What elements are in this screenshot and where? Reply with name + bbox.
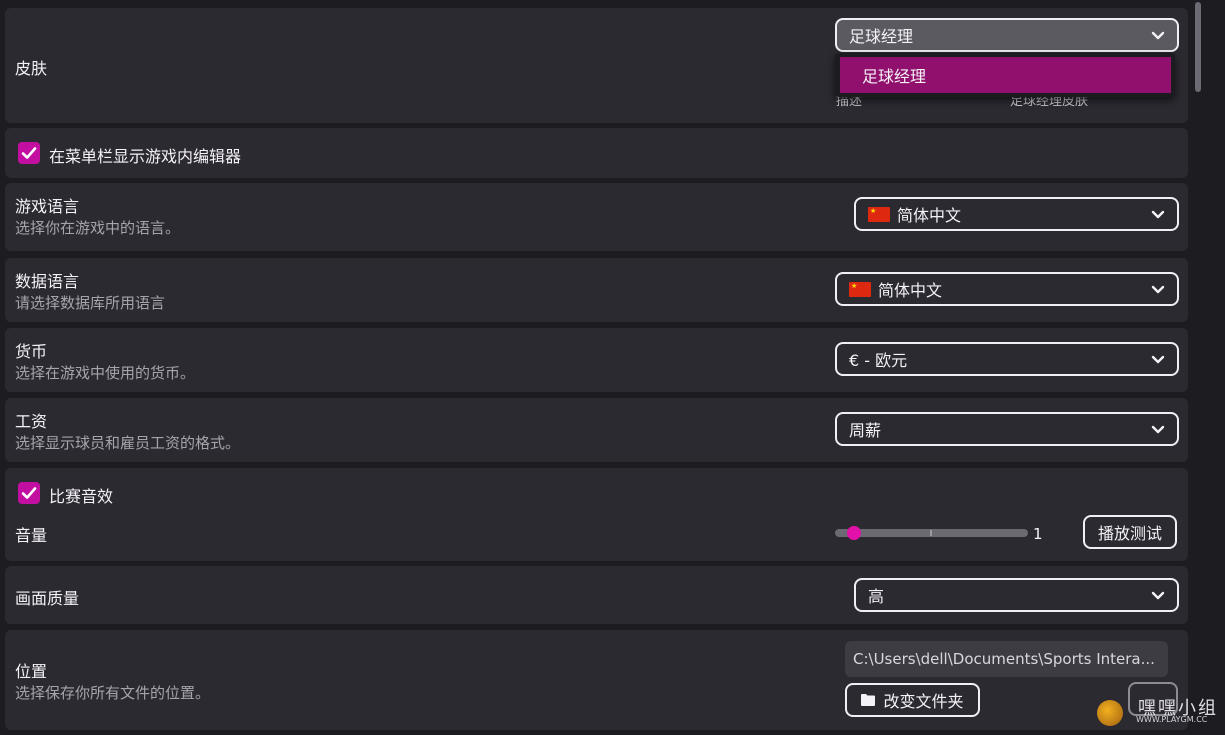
currency-description: 选择在游戏中使用的货币。 (15, 364, 196, 382)
wages-dropdown[interactable]: 周薪 (835, 412, 1179, 446)
china-flag-icon (868, 206, 890, 222)
volume-slider-midpoint (930, 530, 932, 536)
checkmark-icon (21, 487, 37, 499)
game-language-value: 简体中文 (897, 206, 962, 225)
location-label: 位置 (15, 662, 48, 681)
data-language-value: 简体中文 (878, 281, 943, 300)
match-sound-panel: 比赛音效 音量 (5, 468, 1188, 561)
scrollbar-thumb[interactable] (1195, 2, 1201, 92)
wages-description: 选择显示球员和雇员工资的格式。 (15, 434, 241, 452)
china-flag-icon (849, 281, 871, 297)
data-language-label: 数据语言 (15, 272, 80, 291)
game-language-description: 选择你在游戏中的语言。 (15, 219, 181, 237)
wages-label: 工资 (15, 412, 48, 431)
watermark-logo-icon (1097, 700, 1123, 726)
change-folder-button[interactable]: 改变文件夹 (845, 683, 980, 717)
show-editor-checkbox[interactable] (18, 142, 40, 164)
location-description: 选择保存你所有文件的位置。 (15, 684, 211, 702)
skin-dropdown-value: 足球经理 (849, 27, 914, 46)
location-path-field[interactable]: C:\Users\dell\Documents\Sports Intera... (845, 641, 1168, 677)
graphics-label: 画面质量 (15, 589, 80, 608)
chevron-down-icon (1151, 355, 1165, 364)
volume-slider-thumb[interactable] (847, 526, 861, 540)
chevron-down-icon (1151, 591, 1165, 600)
play-test-button[interactable]: 播放测试 (1083, 515, 1177, 549)
skin-option-football-manager[interactable]: 足球经理 (840, 57, 1171, 93)
currency-dropdown[interactable]: € - 欧元 (835, 342, 1179, 376)
watermark-url: WWW.PLAYGM.CC (1136, 715, 1208, 724)
volume-value: 1 (1033, 525, 1043, 543)
show-editor-label: 在菜单栏显示游戏内编辑器 (49, 147, 242, 166)
currency-value: € - 欧元 (849, 351, 908, 370)
folder-icon (861, 694, 876, 706)
graphics-dropdown[interactable]: 高 (854, 578, 1179, 612)
match-sound-checkbox[interactable] (18, 482, 40, 504)
skin-dropdown-menu: 足球经理 (835, 53, 1175, 97)
chevron-down-icon (1151, 285, 1165, 294)
skin-label: 皮肤 (15, 59, 48, 78)
graphics-value: 高 (868, 587, 885, 606)
currency-label: 货币 (15, 342, 48, 361)
skin-dropdown[interactable]: 足球经理 (835, 18, 1179, 52)
game-language-label: 游戏语言 (15, 197, 80, 216)
data-language-dropdown[interactable]: 简体中文 (835, 272, 1179, 306)
chevron-up-icon (1151, 31, 1165, 40)
show-editor-panel: 在菜单栏显示游戏内编辑器 (5, 128, 1188, 178)
match-sound-label: 比赛音效 (49, 487, 114, 506)
volume-label: 音量 (15, 526, 48, 545)
chevron-down-icon (1151, 210, 1165, 219)
wages-value: 周薪 (849, 421, 882, 440)
chevron-down-icon (1151, 425, 1165, 434)
game-language-dropdown[interactable]: 简体中文 (854, 197, 1179, 231)
change-folder-label: 改变文件夹 (883, 692, 964, 711)
checkmark-icon (21, 147, 37, 159)
data-language-description: 请选择数据库所用语言 (15, 294, 166, 312)
